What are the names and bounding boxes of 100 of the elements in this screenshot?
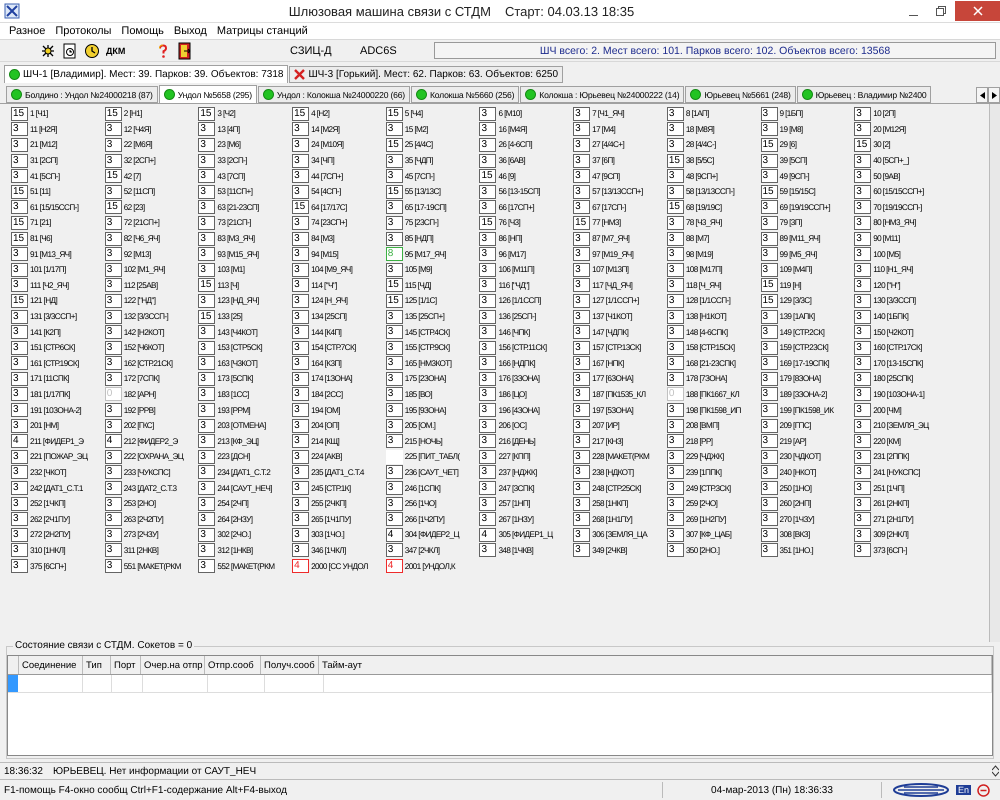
- language-indicator[interactable]: En: [956, 785, 971, 795]
- value-field: 3: [573, 278, 590, 292]
- station-tab[interactable]: Болдино : Ундол №24000218 (87): [6, 86, 158, 103]
- value-field: 3: [760, 247, 778, 262]
- station-tab[interactable]: Колокша : Юрьевец №24000222 (14): [520, 86, 684, 103]
- value-field: 3: [292, 169, 310, 184]
- object-label: 3 [Ч2]: [217, 109, 236, 118]
- station-tab[interactable]: Юрьевец : Владимир №2400: [796, 86, 932, 103]
- value-field: 3: [11, 528, 28, 542]
- value-field: 3: [104, 278, 122, 292]
- column-header[interactable]: Соединение: [19, 656, 83, 674]
- menu-item[interactable]: Помощь: [116, 25, 169, 37]
- station-tab[interactable]: Ундол №5658 (295): [158, 85, 257, 103]
- close-button[interactable]: [955, 1, 1000, 21]
- value-field: 3: [760, 387, 778, 402]
- value-field: 3: [292, 528, 310, 542]
- value-field: 3: [854, 278, 872, 292]
- value-field: 3: [198, 232, 216, 246]
- stop-icon[interactable]: [977, 784, 990, 796]
- station-tab[interactable]: Юрьевец №5661 (248): [685, 86, 796, 103]
- object-label: 140 [1БПК]: [873, 312, 908, 322]
- value-field: 3: [386, 356, 403, 370]
- dkm-button[interactable]: ДКМ: [106, 46, 126, 56]
- object-label: 131 [3/3ССП+]: [30, 312, 77, 322]
- column-header[interactable]: Получ.сооб: [261, 656, 319, 674]
- value-field: 3: [104, 496, 122, 511]
- menu-item[interactable]: Протоколы: [50, 25, 116, 37]
- object-label: 38 [5/5С]: [686, 156, 714, 166]
- value-field: 3: [479, 356, 496, 370]
- object-label: 44 [7СП+]: [311, 172, 343, 181]
- object-label: 95 [М17_ЯЧ]: [404, 250, 446, 259]
- clock-icon[interactable]: [84, 42, 100, 58]
- object-label: 104 [М9_ЯЧ]: [311, 265, 352, 274]
- value-field: 3: [666, 528, 684, 542]
- object-label: 76 [Ч3]: [498, 218, 520, 228]
- menu-item[interactable]: Выход: [168, 25, 212, 37]
- value-field: 15: [104, 200, 122, 214]
- value-field: 3: [854, 356, 872, 370]
- value-field: 3: [198, 294, 216, 308]
- clock-document-icon[interactable]: [62, 42, 78, 58]
- column-header[interactable]: Тип: [83, 656, 111, 674]
- object-label: 251 [1ЧП]: [873, 484, 904, 493]
- column-header[interactable]: Отпр.сооб: [205, 656, 261, 674]
- value-field: 3: [573, 294, 590, 308]
- menu-item[interactable]: Матрицы станций: [212, 25, 313, 37]
- object-label: 8 [1АП]: [686, 109, 709, 118]
- station-tab[interactable]: Ундол : Колокша №24000220 (66): [258, 86, 410, 103]
- value-field: 3: [760, 340, 778, 355]
- object-label: 309 [2НКЛ]: [873, 530, 908, 540]
- object-label: 33 [2СП-]: [217, 156, 247, 166]
- object-label: 119 [Н]: [780, 280, 802, 290]
- value-field: 3: [386, 216, 403, 230]
- scroll-left-button[interactable]: [976, 87, 988, 103]
- value-field: 3: [292, 372, 310, 386]
- value-field: 3: [198, 528, 216, 542]
- object-label: 6 [М10]: [498, 109, 522, 118]
- object-label: 197 [5ЗОНА]: [592, 406, 634, 415]
- value-field: 3: [573, 528, 590, 542]
- object-label: 163 [Ч3КОТ]: [217, 358, 258, 368]
- menu-item[interactable]: Разное: [4, 25, 50, 37]
- division-tab[interactable]: ШЧ-3 [Горький]. Мест: 62. Парков: 63. Объектов: 6250: [289, 66, 564, 83]
- value-field: 3: [760, 496, 778, 511]
- object-label: 234 [ДАТ1_С.Т.2: [217, 468, 270, 477]
- object-label: 89 [М11_ЯЧ]: [780, 234, 820, 244]
- value-field: 3: [573, 325, 590, 340]
- object-label: 264 [2НЗУ]: [217, 514, 252, 524]
- scroll-right-button[interactable]: [988, 87, 1000, 103]
- column-header[interactable]: Тайм-аут: [319, 656, 992, 674]
- value-field: 3: [104, 543, 122, 558]
- object-label: 28 [4/4С-]: [686, 140, 716, 150]
- object-label: 92 [М13]: [124, 250, 151, 259]
- object-label: 205 [ОМ.]: [404, 421, 436, 430]
- value-field: 3: [854, 169, 872, 184]
- object-label: 2000 [СС УНДОЛ: [311, 562, 368, 571]
- exit-door-icon[interactable]: [177, 42, 194, 60]
- value-field: 3: [854, 340, 872, 355]
- value-field: 3: [573, 200, 590, 214]
- object-label: 111 [Ч2_ЯЧ]: [30, 280, 69, 290]
- value-field: 3: [666, 481, 684, 496]
- value-field: 3: [386, 310, 403, 324]
- division-tab[interactable]: ШЧ-1 [Владимир]. Мест: 39. Парков: 39. Объектов: 7318: [4, 65, 288, 83]
- value-field: 3: [104, 512, 122, 526]
- value-field: 3: [573, 450, 590, 464]
- column-header[interactable]: Порт: [111, 656, 141, 674]
- object-label: 116 ["ЧД"]: [498, 280, 530, 290]
- value-field: 3: [386, 434, 403, 448]
- object-label: 228 [МАКЕТ(РКМ: [592, 452, 650, 462]
- object-label: 173 [5СПК]: [217, 374, 253, 384]
- value-field: 3: [198, 559, 216, 574]
- object-label: 269 [1Н2ПУ]: [686, 514, 726, 524]
- object-label: 56 [13-15СП]: [498, 187, 540, 196]
- station-tab[interactable]: Колокша №5660 (256): [410, 86, 520, 103]
- vertical-scrollbar[interactable]: [989, 104, 1000, 642]
- object-label: 15 [М2]: [404, 124, 428, 134]
- spin-arrows-icon[interactable]: [990, 765, 1000, 777]
- object-label: 179 [8ЗОНА]: [780, 374, 821, 384]
- value-field: 3: [104, 450, 122, 464]
- column-header[interactable]: Очер.на отпр: [141, 656, 205, 674]
- value-field: 3: [386, 496, 403, 511]
- object-label: 79 [3П]: [780, 218, 802, 228]
